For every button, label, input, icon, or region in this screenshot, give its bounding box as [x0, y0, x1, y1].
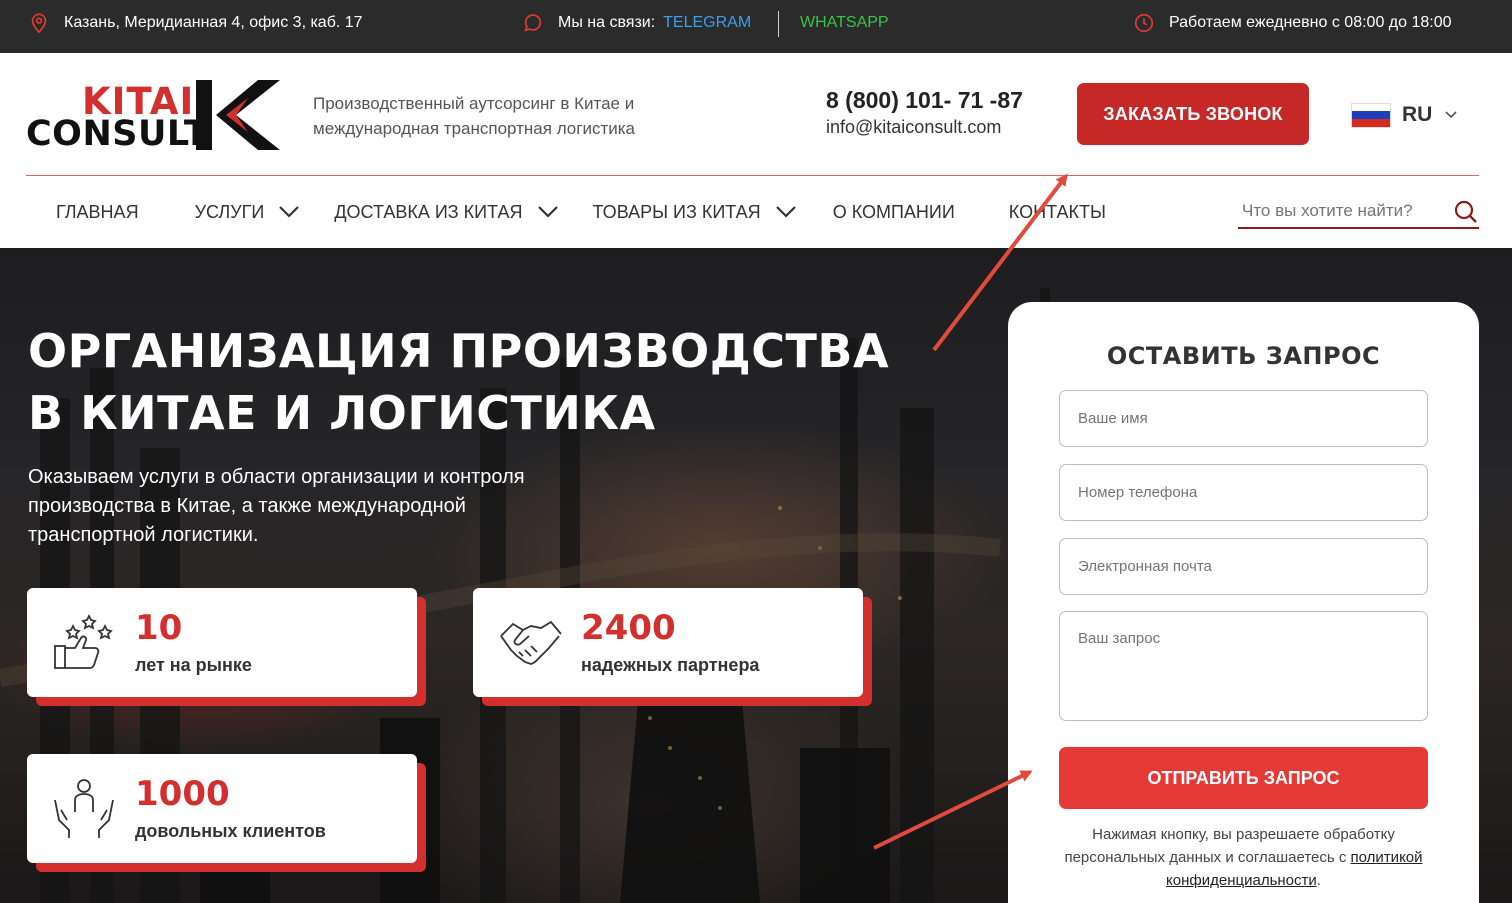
address-text: Казань, Меридианная 4, офис 3, каб. 17 [64, 14, 363, 31]
chevron-down-icon[interactable] [775, 205, 797, 219]
nav-label: ТОВАРЫ ИЗ КИТАЯ [592, 201, 761, 222]
logo-text-bottom: CONSULT [26, 114, 209, 154]
consent-text: Нажимая кнопку, вы разрешаете обработку … [1059, 823, 1428, 892]
nav-label: О КОМПАНИИ [832, 201, 955, 222]
nav-item-goods[interactable]: ТОВАРЫ ИЗ КИТАЯ [593, 202, 797, 223]
search-input[interactable] [1238, 196, 1438, 226]
nav-item-delivery[interactable]: ДОСТАВКА ИЗ КИТАЯ [334, 202, 558, 223]
logo[interactable]: KITAI CONSULT [26, 80, 280, 154]
stat-value: 10 [135, 608, 183, 648]
chevron-down-icon[interactable] [278, 205, 300, 219]
consent-body: Нажимая кнопку, вы разрешаете обработку … [1064, 826, 1395, 866]
whatsapp-link[interactable]: WHATSAPP [800, 14, 889, 32]
thumbs-up-stars-icon [54, 613, 113, 669]
location-pin-icon [28, 12, 50, 34]
logo-k-mark [196, 80, 280, 150]
form-title: ОСТАВИТЬ ЗАПРОС [1106, 342, 1381, 370]
stat-label: надежных партнера [581, 655, 760, 675]
divider [778, 11, 779, 37]
hero-section: ОРГАНИЗАЦИЯ ПРОИЗВОДСТВА В КИТАЕ И ЛОГИС… [0, 248, 1512, 903]
search-box [1238, 196, 1479, 229]
nav-label: КОНТАКТЫ [1008, 201, 1106, 222]
card-body: 10 лет на рынке [27, 588, 417, 697]
person-hands-icon [54, 779, 114, 838]
top-bar: Казань, Меридианная 4, офис 3, каб. 17 М… [0, 0, 1512, 53]
nav-item-about[interactable]: О КОМПАНИИ [833, 202, 955, 223]
chat-bubble-icon [522, 12, 544, 34]
nav-item-contacts[interactable]: КОНТАКТЫ [1009, 202, 1106, 223]
clock-icon [1133, 12, 1155, 34]
stat-card-partners: 2400 надежных партнера [473, 588, 872, 706]
stat-label: довольных клиентов [135, 821, 326, 841]
language-code: RU [1402, 103, 1433, 126]
phone-field[interactable] [1059, 464, 1428, 521]
nav-label: ДОСТАВКА ИЗ КИТАЯ [334, 201, 523, 222]
hero-subtitle: Оказываем услуги в области организации и… [28, 466, 525, 546]
order-call-button[interactable]: ЗАКАЗАТЬ ЗВОНОК [1077, 83, 1309, 145]
nav-label: ГЛАВНАЯ [56, 201, 139, 222]
hours-block: Работаем ежедневно с 08:00 до 18:00 [1133, 0, 1452, 46]
russia-flag-icon [1352, 103, 1390, 127]
search-icon[interactable] [1453, 199, 1479, 225]
main-nav: ГЛАВНАЯ УСЛУГИ ДОСТАВКА ИЗ КИТАЯ ТОВАРЫ … [56, 193, 1140, 231]
card-body: 2400 надежных партнера [473, 588, 863, 697]
request-form: ОСТАВИТЬ ЗАПРОС ОТПРАВИТЬ ЗАПРОС Нажимая… [1008, 302, 1479, 903]
request-field[interactable] [1059, 611, 1428, 721]
whatsapp-block: WHATSAPP [800, 0, 889, 46]
site-header: KITAI CONSULT Производственный аутсорсин… [0, 53, 1512, 248]
nav-label: УСЛУГИ [194, 201, 265, 222]
stat-label: лет на рынке [135, 655, 252, 675]
address-block: Казань, Меридианная 4, офис 3, каб. 17 [28, 0, 363, 46]
stat-value: 2400 [581, 608, 676, 648]
contact-label: Мы на связи: [558, 14, 656, 31]
nav-item-home[interactable]: ГЛАВНАЯ [56, 202, 139, 223]
stat-value: 1000 [135, 774, 230, 814]
hours-text: Работаем ежедневно с 08:00 до 18:00 [1169, 14, 1452, 31]
phone-number[interactable]: 8 (800) 101- 71 -87 [826, 87, 1023, 114]
email-field[interactable] [1059, 538, 1428, 595]
company-tagline: Производственный аутсорсинг в Китае и ме… [313, 94, 636, 138]
stat-card-years: 10 лет на рынке [27, 588, 426, 706]
telegram-link[interactable]: TELEGRAM [663, 14, 751, 32]
consent-end: . [1316, 872, 1321, 889]
language-selector[interactable]: RU [1352, 103, 1458, 127]
email-address[interactable]: info@kitaiconsult.com [826, 117, 1001, 138]
contact-block: Мы на связи: TELEGRAM [522, 0, 751, 46]
handshake-icon [500, 620, 562, 665]
stat-card-clients: 1000 довольных клиентов [27, 754, 426, 872]
submit-request-button[interactable]: ОТПРАВИТЬ ЗАПРОС [1059, 747, 1428, 809]
card-body: 1000 довольных клиентов [27, 754, 417, 863]
header-divider [26, 175, 1479, 176]
chevron-down-icon[interactable] [537, 205, 559, 219]
chevron-down-icon [1445, 111, 1457, 119]
nav-item-services[interactable]: УСЛУГИ [195, 202, 301, 223]
hero-title: ОРГАНИЗАЦИЯ ПРОИЗВОДСТВА В КИТАЕ И ЛОГИС… [28, 324, 890, 440]
name-field[interactable] [1059, 390, 1428, 447]
